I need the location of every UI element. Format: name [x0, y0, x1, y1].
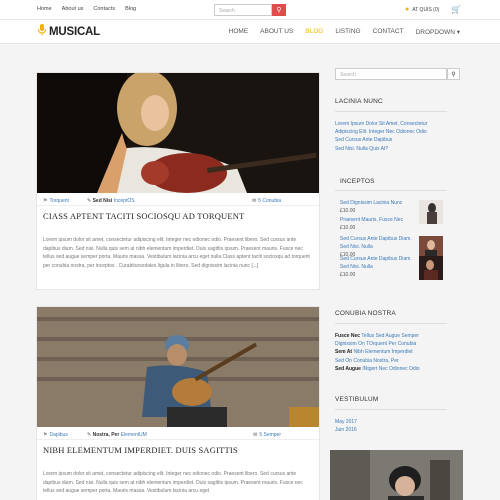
post-tag[interactable]: ⚑ Torquent	[43, 198, 69, 204]
post-image-guitarist[interactable]	[37, 73, 319, 193]
conubia-line: Sed On Conubia Nostra, Per	[335, 357, 453, 365]
lacinia-link[interactable]: Sed Cursus Ante Dapibus	[335, 136, 450, 144]
conubia-line: Sem At Nibh Elementum Imperdiet	[335, 348, 453, 356]
archive-link[interactable]: Juin 2016	[335, 426, 357, 434]
top-link-about[interactable]: About us	[62, 6, 84, 12]
post-image-street-musician[interactable]	[37, 307, 319, 427]
menu-listing[interactable]: LISTING	[335, 28, 360, 36]
widget-title-inceptos: INCEPTOS	[340, 178, 375, 185]
conubia-line: Fusce Nec Tellus Sed Augue Semper	[335, 332, 453, 340]
cart-icon[interactable]: 🛒	[451, 5, 461, 14]
user-icon: ●	[405, 6, 410, 13]
lacinia-links: Lorem Ipsum Dolor Sit Amet, Consectetur …	[335, 120, 450, 153]
product-price: £10.00	[340, 208, 356, 214]
conubia-list: Fusce Nec Tellus Sed Augue Semper Dignis…	[335, 332, 453, 373]
conubia-link[interactable]: Nibh Elementum Imperdiet	[353, 349, 412, 355]
sidebar-search-button[interactable]: ⚲	[447, 68, 460, 80]
product-name[interactable]: Sed Cursus Ante Dapibus Diam. Sed Nisi. …	[340, 256, 418, 271]
menu-home[interactable]: HOME	[229, 28, 249, 36]
logo-text: MUSICAL	[49, 25, 100, 38]
site-logo[interactable]: MUSICAL	[37, 24, 100, 39]
post-comments[interactable]: ✉ 5 Conubia	[252, 198, 281, 204]
sidebar-photo-drummer[interactable]	[330, 450, 463, 500]
menu-dropdown-label: DROPDOWN	[415, 29, 455, 36]
blog-post-card: ⚑ Dapibus ✎ Nostra, Per ElementUM ✉ 5 Semp…	[36, 306, 320, 500]
top-search-input[interactable]: Search	[214, 4, 272, 16]
main-menu: HOME ABOUT US BLOG LISTING CONTACT DROPD…	[229, 28, 460, 36]
lacinia-link[interactable]: Adipiscing Elit. Integer Nec Odionec Odi…	[335, 128, 450, 136]
post-author-link[interactable]: InceptOS	[114, 198, 135, 204]
top-bar: Home About us Contacts Blog Search ⚲ ● A…	[0, 0, 500, 20]
widget-title-conubia: CONUBIA NOSTRA	[335, 310, 396, 317]
product-name[interactable]: Sed Dignissim Lacinia Nunc	[340, 200, 418, 208]
widget-divider	[335, 323, 447, 324]
product-price: £10.00	[340, 225, 356, 231]
account-link[interactable]: ● AT QUIS (0)	[405, 6, 439, 13]
post-excerpt: Lorem ipsum dolor sit amet, consectetur …	[43, 237, 310, 269]
top-links: Home About us Contacts Blog	[37, 6, 136, 12]
conubia-link[interactable]: Dignissim On TOrquent Per Conubia	[335, 341, 416, 347]
lacinia-link[interactable]: Lorem Ipsum Dolor Sit Amet, Consectetur	[335, 120, 450, 128]
top-link-contacts[interactable]: Contacts	[93, 6, 115, 12]
conubia-line: Dignissim On TOrquent Per Conubia	[335, 340, 453, 348]
widget-title-lacinia: LACINIA NUNC	[335, 98, 383, 105]
archive-list: May 2017 Juin 2016	[335, 418, 357, 434]
top-link-home[interactable]: Home	[37, 6, 52, 12]
menu-contact[interactable]: CONTACT	[373, 28, 404, 36]
blog-post-card: ⚑ Torquent ✎ Sed Nisi InceptOS ✉ 5 Conubia…	[36, 72, 320, 290]
lacinia-link[interactable]: Sed Nisi. Nulla Quis At?	[335, 145, 450, 153]
widget-divider	[335, 409, 447, 410]
post-author-label: Nostra, Per	[92, 432, 120, 438]
post-excerpt: Lorem ipsum dolor sit amet, consectetur …	[43, 471, 303, 495]
comment-icon: ✉	[252, 198, 257, 204]
product-name[interactable]: Sed Cursus Ante Dapibus Diam. Sed Nisi. …	[340, 236, 418, 251]
menu-blog[interactable]: BLOG	[305, 28, 323, 36]
post-title[interactable]: NIBH ELEMENTUM IMPERDIET. DUIS SAGITTIS	[43, 445, 238, 455]
tag-icon: ⚑	[43, 198, 48, 204]
post-tag[interactable]: ⚑ Dapibus	[43, 432, 68, 438]
conubia-link[interactable]: Sed On Conubia Nostra, Per	[335, 358, 399, 364]
search-icon: ⚲	[451, 71, 456, 78]
post-author-label: Sed Nisi	[92, 198, 113, 204]
product-name[interactable]: Praesent Mauris. Fusce Nec	[340, 217, 418, 225]
menu-about-us[interactable]: ABOUT US	[260, 28, 293, 36]
top-search-button[interactable]: ⚲	[272, 4, 286, 16]
widget-divider	[335, 111, 447, 112]
sidebar-search-input[interactable]: Search	[335, 68, 447, 80]
conubia-link[interactable]: INtgert Nec Odionec Odio	[362, 366, 419, 372]
conubia-bold: Sem At	[335, 349, 353, 356]
account-label: AT QUIS (0)	[412, 6, 440, 13]
conubia-bold: Fusce Nec	[335, 333, 361, 339]
product-item[interactable]: Sed Cursus Ante Dapibus Diam. Sed Nisi. …	[340, 256, 452, 282]
widget-divider	[335, 190, 447, 191]
post-tag-label: Dapibus	[49, 432, 68, 438]
post-comments-label: 5 Conubia	[258, 198, 281, 204]
widget-title-vestibulum: VESTIBULUM	[335, 396, 379, 403]
post-tag-label: Torquent	[49, 198, 69, 204]
archive-link[interactable]: May 2017	[335, 418, 357, 426]
post-comments[interactable]: ✉ 5 Semper	[253, 432, 281, 438]
caret-down-icon: ▾	[456, 29, 460, 36]
meta-divider	[37, 439, 319, 440]
meta-divider	[37, 205, 319, 206]
tag-icon: ⚑	[43, 432, 48, 438]
post-author: ✎ Nostra, Per ElementUM	[87, 432, 147, 438]
search-icon: ⚲	[276, 7, 282, 14]
post-comments-label: 5 Semper	[259, 432, 281, 438]
conubia-line: Sed Augue INtgert Nec Odionec Odio	[335, 365, 453, 373]
microphone-icon	[37, 24, 47, 39]
product-thumb[interactable]	[419, 256, 443, 280]
main-navbar: MUSICAL HOME ABOUT US BLOG LISTING CONTA…	[0, 20, 500, 44]
conubia-link[interactable]: Tellus Sed Augue Semper	[361, 333, 419, 339]
menu-dropdown[interactable]: DROPDOWN ▾	[416, 28, 460, 36]
comment-icon: ✉	[253, 432, 258, 438]
product-price: £10.00	[340, 272, 356, 278]
post-title[interactable]: CIASS APTENT TACITI SOCIOSQU AD TORQUENT	[43, 211, 245, 221]
conubia-bold: Sed Augue	[335, 365, 361, 372]
post-author-link[interactable]: ElementUM	[121, 432, 147, 438]
top-link-blog[interactable]: Blog	[125, 6, 136, 12]
post-author: ✎ Sed Nisi InceptOS	[87, 198, 135, 204]
